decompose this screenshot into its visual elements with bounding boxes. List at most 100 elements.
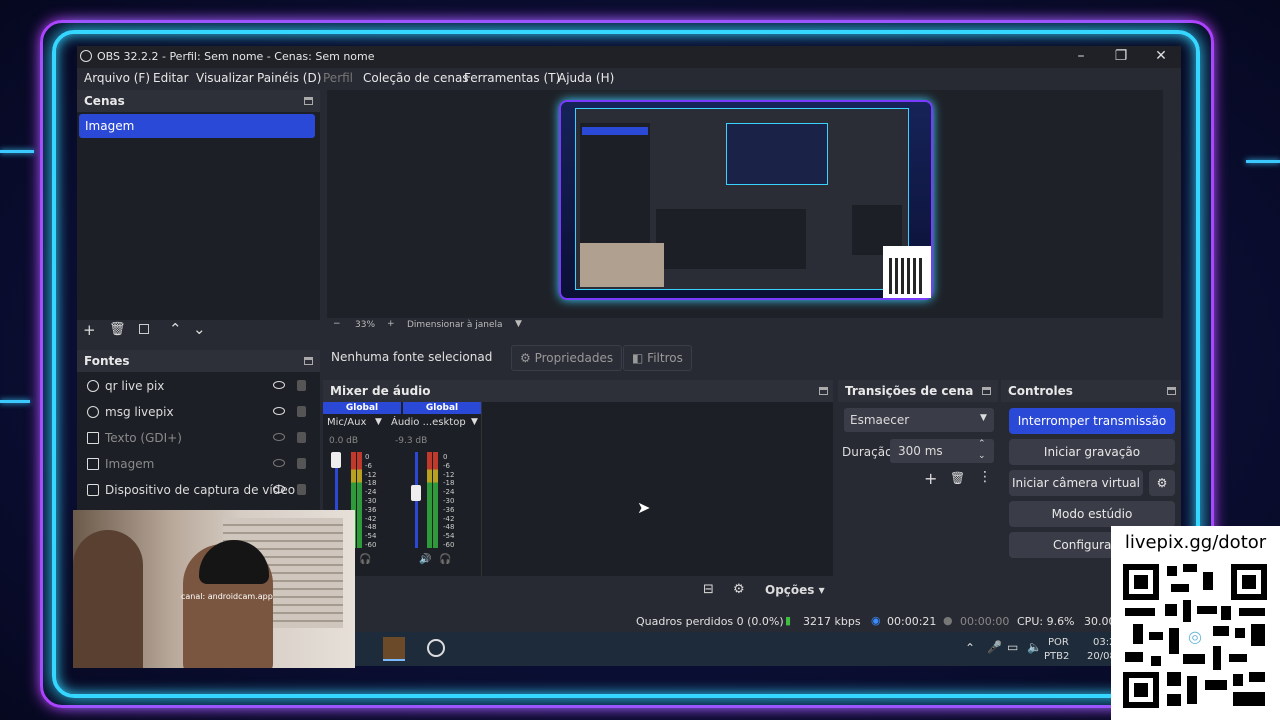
volume-icon[interactable]: 🔊 bbox=[419, 554, 431, 565]
menu-editar[interactable]: Editar bbox=[153, 71, 189, 85]
duration-value: 300 ms bbox=[898, 444, 943, 458]
source-item[interactable]: Dispositivo de captura de vídeo bbox=[85, 478, 315, 502]
menu-arquivo[interactable]: Arquivo (F) bbox=[84, 71, 150, 85]
source-item[interactable]: Imagem bbox=[85, 452, 315, 476]
lock-icon[interactable] bbox=[297, 458, 306, 469]
dock-icon[interactable] bbox=[304, 97, 313, 105]
maximize-button[interactable]: ❐ bbox=[1101, 46, 1141, 68]
source-label: qr live pix bbox=[105, 379, 165, 393]
move-down-icon[interactable]: ⌄ bbox=[193, 320, 206, 338]
duration-input[interactable]: 300 ms ⌃ ⌄ bbox=[890, 439, 994, 463]
chevron-down-icon[interactable]: ▼ bbox=[515, 319, 522, 329]
transitions-panel: Esmaecer ▼ Duração 300 ms ⌃ ⌄ + 🗑 ⋮ bbox=[838, 402, 998, 574]
speaker-icon[interactable]: 🔈 bbox=[1027, 640, 1042, 654]
remove-transition-icon[interactable]: 🗑 bbox=[950, 471, 965, 485]
language-secondary[interactable]: PTB2 bbox=[1044, 651, 1069, 662]
channel-name: Áudio ...esktop bbox=[391, 417, 466, 428]
scenes-header: Cenas bbox=[77, 90, 320, 112]
dock-icon[interactable] bbox=[819, 387, 828, 395]
stream-time: 00:00:21 bbox=[887, 615, 937, 628]
db-scale-label: -60 bbox=[365, 540, 377, 549]
menu-colecao-cenas[interactable]: Coleção de cenas bbox=[363, 71, 469, 85]
fader-handle[interactable] bbox=[411, 484, 421, 501]
hidden-icon[interactable] bbox=[273, 459, 285, 467]
transitions-title: Transições de cena bbox=[845, 384, 974, 398]
virtual-camera-settings-button[interactable]: ⚙ bbox=[1149, 470, 1175, 496]
menu-ajuda[interactable]: Ajuda (H) bbox=[558, 71, 614, 85]
network-icon[interactable]: ▭ bbox=[1007, 640, 1018, 654]
microphone-icon[interactable]: 🎤 bbox=[987, 640, 1002, 654]
add-scene-icon[interactable]: + bbox=[83, 321, 96, 339]
layout-icon[interactable]: ⊟ bbox=[703, 582, 714, 597]
gear-icon: ⚙ bbox=[1156, 476, 1168, 490]
level-meter bbox=[433, 452, 438, 548]
scene-filters-icon[interactable] bbox=[139, 324, 149, 334]
minimize-button[interactable]: – bbox=[1061, 46, 1101, 68]
obs-taskbar-icon[interactable] bbox=[427, 639, 445, 657]
zoom-out-button[interactable]: − bbox=[333, 319, 341, 329]
headphones-icon[interactable]: 🎧 bbox=[359, 554, 371, 565]
channel-db: 0.0 dB bbox=[329, 436, 359, 446]
nested-obs-screenshot bbox=[575, 108, 909, 290]
visibility-icon[interactable] bbox=[273, 381, 285, 389]
fader-handle[interactable] bbox=[331, 452, 341, 468]
title-bar: OBS 32.2.2 - Perfil: Sem nome - Cenas: S… bbox=[77, 46, 1181, 68]
gear-icon[interactable]: ⚙ bbox=[733, 582, 745, 597]
text-icon bbox=[87, 432, 99, 444]
scene-item[interactable]: Imagem bbox=[79, 114, 315, 138]
image-icon bbox=[87, 458, 99, 470]
options-label: Opções bbox=[765, 583, 815, 597]
zoom-in-button[interactable]: + bbox=[387, 319, 395, 329]
lock-icon[interactable] bbox=[297, 432, 306, 443]
record-icon: ● bbox=[943, 614, 953, 627]
db-scale: 0 -6 -12 -18 -24 -30 -36 -42 -48 -54 -60 bbox=[365, 454, 379, 551]
source-item[interactable]: msg livepix bbox=[85, 400, 315, 424]
add-transition-icon[interactable]: + bbox=[924, 469, 937, 488]
source-label: Dispositivo de captura de vídeo bbox=[105, 483, 296, 497]
headphones-icon[interactable]: 🎧 bbox=[439, 554, 451, 565]
lock-icon[interactable] bbox=[297, 380, 306, 391]
qr-caption: livepix.gg/dotor bbox=[1124, 532, 1267, 553]
scale-mode[interactable]: Dimensionar à janela bbox=[407, 320, 503, 330]
transition-select[interactable]: Esmaecer ▼ bbox=[844, 408, 994, 432]
dock-icon[interactable] bbox=[982, 387, 991, 395]
filters-button[interactable]: ◧ Filtros bbox=[623, 345, 692, 371]
menu-ferramentas[interactable]: Ferramentas (T) bbox=[464, 71, 560, 85]
visibility-icon[interactable] bbox=[273, 485, 285, 493]
more-icon[interactable]: ⋮ bbox=[978, 469, 992, 485]
hidden-icon[interactable] bbox=[273, 433, 285, 441]
circuit-line bbox=[1246, 160, 1280, 163]
options-button[interactable]: Opções ▾ bbox=[765, 583, 825, 597]
dock-icon[interactable] bbox=[304, 357, 313, 365]
preview-nested-stream bbox=[559, 100, 933, 300]
channel-tag: Global bbox=[403, 402, 481, 414]
dropped-frames: Quadros perdidos 0 (0.0%) bbox=[636, 615, 784, 628]
menu-visualizar[interactable]: Visualizar bbox=[196, 71, 254, 85]
taskbar-app-icon[interactable] bbox=[383, 637, 405, 661]
menu-perfil[interactable]: Perfil bbox=[323, 71, 353, 85]
remove-scene-icon[interactable]: 🗑 bbox=[109, 322, 126, 337]
language-primary[interactable]: POR bbox=[1048, 637, 1069, 648]
source-item[interactable]: qr live pix bbox=[85, 374, 315, 398]
close-button[interactable]: ✕ bbox=[1141, 46, 1181, 68]
chevron-up-icon[interactable]: ⌃ bbox=[978, 439, 986, 449]
lock-icon[interactable] bbox=[297, 406, 306, 417]
chevron-up-icon[interactable]: ⌃ bbox=[965, 641, 975, 655]
dock-icon[interactable] bbox=[1167, 387, 1176, 395]
stop-stream-button[interactable]: Interromper transmissão bbox=[1009, 408, 1175, 434]
visibility-icon[interactable] bbox=[273, 407, 285, 415]
program-preview[interactable] bbox=[327, 90, 1163, 318]
menu-paineis[interactable]: Painéis (D) bbox=[257, 71, 321, 85]
livepix-qr-panel: livepix.gg/dotor ◎ bbox=[1111, 526, 1280, 720]
properties-button[interactable]: ⚙ Propriedades bbox=[511, 345, 623, 371]
chevron-down-icon[interactable]: ▼ bbox=[375, 417, 382, 427]
move-up-icon[interactable]: ⌃ bbox=[169, 320, 182, 338]
chevron-down-icon[interactable]: ⌄ bbox=[978, 451, 986, 461]
source-item[interactable]: Texto (GDI+) bbox=[85, 426, 315, 450]
lock-icon[interactable] bbox=[297, 484, 306, 495]
studio-mode-button[interactable]: Modo estúdio bbox=[1009, 501, 1175, 527]
start-recording-button[interactable]: Iniciar gravação bbox=[1009, 439, 1175, 465]
menu-bar: Arquivo (F) Editar Visualizar Painéis (D… bbox=[77, 68, 1181, 90]
virtual-camera-button[interactable]: Iniciar câmera virtual bbox=[1009, 470, 1143, 496]
chevron-down-icon[interactable]: ▼ bbox=[471, 417, 478, 427]
